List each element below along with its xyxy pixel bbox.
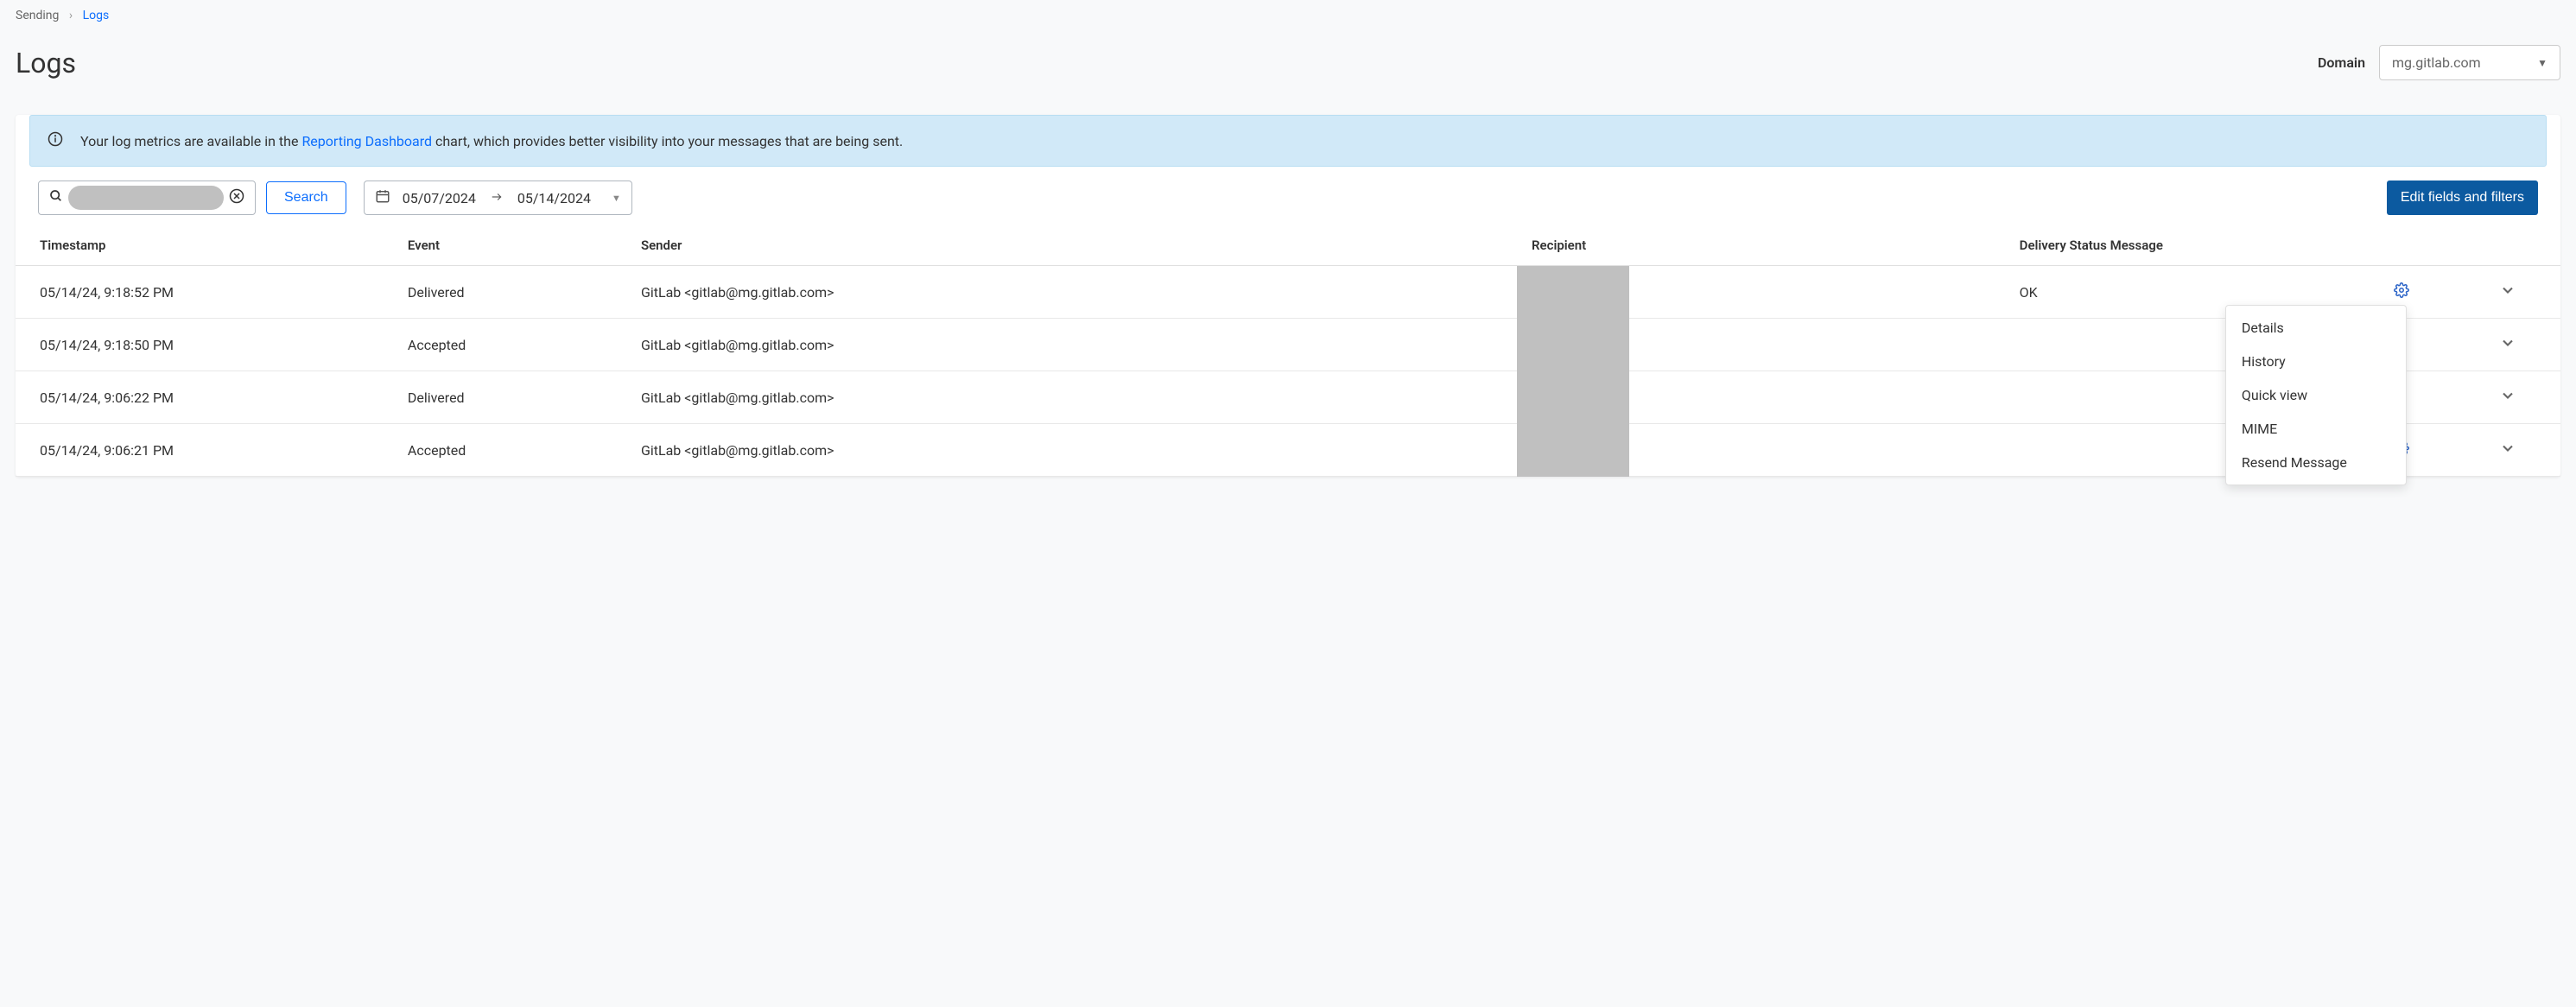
cell-expand (2454, 424, 2560, 477)
search-box[interactable] (38, 180, 256, 215)
search-button[interactable]: Search (266, 181, 346, 214)
menu-item-details[interactable]: Details (2226, 311, 2406, 345)
gear-icon[interactable] (2394, 285, 2409, 301)
chevron-down-icon[interactable] (2499, 286, 2516, 302)
info-prefix: Your log metrics are available in the (80, 133, 301, 149)
chevron-right-icon: › (69, 9, 73, 22)
search-input[interactable] (68, 186, 224, 210)
breadcrumb-current[interactable]: Logs (83, 9, 110, 22)
cell-timestamp: 05/14/24, 9:18:50 PM (16, 319, 397, 371)
menu-item-mime[interactable]: MIME (2226, 412, 2406, 446)
menu-item-history[interactable]: History (2226, 345, 2406, 378)
date-to: 05/14/2024 (517, 190, 591, 206)
cell-timestamp: 05/14/24, 9:18:52 PM (16, 266, 397, 319)
logs-table: Timestamp Event Sender Recipient Deliver… (16, 225, 2560, 477)
cell-sender: GitLab <gitlab@mg.gitlab.com> (631, 424, 1521, 477)
col-delivery: Delivery Status Message (2009, 225, 2349, 266)
menu-item-resend-message[interactable]: Resend Message (2226, 446, 2406, 479)
chevron-down-icon[interactable] (2499, 444, 2516, 460)
col-sender: Sender (631, 225, 1521, 266)
info-banner: Your log metrics are available in the Re… (29, 115, 2547, 167)
domain-select[interactable]: mg.gitlab.com ▼ (2379, 45, 2560, 80)
cell-recipient (1521, 371, 2009, 424)
table-row: 05/14/24, 9:06:21 PMAcceptedGitLab <gitl… (16, 424, 2560, 477)
cell-recipient (1521, 266, 2009, 319)
chevron-down-icon[interactable] (2499, 339, 2516, 355)
cell-expand (2454, 371, 2560, 424)
col-expand (2454, 225, 2560, 266)
table-row: 05/14/24, 9:18:52 PMDeliveredGitLab <git… (16, 266, 2560, 319)
edit-fields-button[interactable]: Edit fields and filters (2387, 180, 2538, 215)
cell-expand (2454, 319, 2560, 371)
page-title: Logs (16, 47, 76, 79)
row-actions-menu: DetailsHistoryQuick viewMIMEResend Messa… (2225, 305, 2407, 485)
cell-recipient (1521, 319, 2009, 371)
cell-recipient (1521, 424, 2009, 477)
domain-label: Domain (2318, 54, 2365, 71)
date-range-picker[interactable]: 05/07/2024 05/14/2024 ▼ (364, 180, 632, 215)
arrow-right-icon (488, 190, 505, 206)
col-timestamp: Timestamp (16, 225, 397, 266)
cell-event: Delivered (397, 371, 631, 424)
col-event: Event (397, 225, 631, 266)
cell-timestamp: 05/14/24, 9:06:22 PM (16, 371, 397, 424)
chevron-down-icon[interactable] (2499, 391, 2516, 408)
table-row: 05/14/24, 9:18:50 PMAcceptedGitLab <gitl… (16, 319, 2560, 371)
col-gear (2348, 225, 2454, 266)
table-row: 05/14/24, 9:06:22 PMDeliveredGitLab <git… (16, 371, 2560, 424)
cell-sender: GitLab <gitlab@mg.gitlab.com> (631, 371, 1521, 424)
logs-card: Your log metrics are available in the Re… (16, 115, 2560, 477)
breadcrumb: Sending › Logs (0, 0, 2576, 31)
info-icon (48, 131, 63, 150)
cell-event: Accepted (397, 424, 631, 477)
search-icon (49, 189, 63, 206)
cell-expand (2454, 266, 2560, 319)
calendar-icon (375, 188, 390, 207)
col-recipient: Recipient (1521, 225, 2009, 266)
menu-item-quick-view[interactable]: Quick view (2226, 378, 2406, 412)
cell-event: Delivered (397, 266, 631, 319)
clear-icon[interactable] (229, 188, 244, 207)
cell-timestamp: 05/14/24, 9:06:21 PM (16, 424, 397, 477)
date-from: 05/07/2024 (403, 190, 476, 206)
info-text: Your log metrics are available in the Re… (80, 133, 903, 149)
cell-event: Accepted (397, 319, 631, 371)
breadcrumb-parent[interactable]: Sending (16, 9, 59, 22)
caret-down-icon: ▼ (612, 193, 621, 204)
caret-down-icon: ▼ (2537, 57, 2547, 69)
domain-value: mg.gitlab.com (2392, 54, 2481, 71)
info-suffix: chart, which provides better visibility … (432, 133, 903, 149)
reporting-dashboard-link[interactable]: Reporting Dashboard (301, 133, 432, 149)
cell-sender: GitLab <gitlab@mg.gitlab.com> (631, 319, 1521, 371)
cell-sender: GitLab <gitlab@mg.gitlab.com> (631, 266, 1521, 319)
